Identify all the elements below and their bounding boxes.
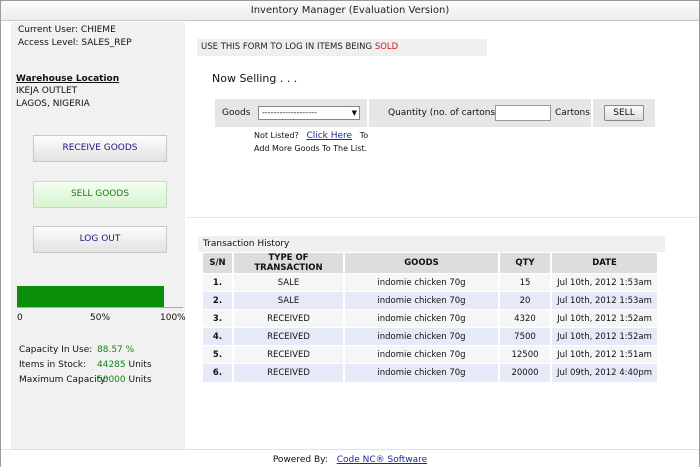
window-title: Inventory Manager (Evaluation Version) (1, 1, 699, 21)
cell-date: Jul 09th, 2012 4:40pm (551, 363, 659, 382)
cell-date: Jul 10th, 2012 1:51am (551, 345, 659, 364)
access-level: Access Level: SALES_REP (18, 38, 132, 48)
capacity-bar-fill (17, 286, 165, 307)
warehouse-name: IKEJA OUTLET (16, 86, 78, 96)
goods-label: Goods (222, 108, 251, 118)
warehouse-city: LAGOS, NIGERIA (16, 99, 90, 109)
current-user: Current User: CHIEME (18, 25, 116, 35)
capacity-tick-100: 100% (160, 313, 186, 323)
transaction-history-title: Transaction History (198, 236, 665, 252)
cell-qty: 4320 (499, 309, 552, 328)
max-capacity-value: 50000 (97, 375, 126, 385)
cell-date: Jul 10th, 2012 1:52am (551, 309, 659, 328)
goods-selected-value: ------------------- (262, 108, 317, 117)
items-label: Items in Stock: (19, 360, 87, 370)
cell-type: SALE (233, 291, 345, 310)
footer: Powered By: Code NC® Software (1, 449, 699, 467)
click-here-link[interactable]: Click Here (306, 131, 352, 141)
transaction-table: S/N TYPE OF TRANSACTION GOODS QTY DATE 1… (203, 253, 659, 382)
capacity-label: Capacity In Use: (19, 345, 93, 355)
cell-type: RECEIVED (233, 309, 345, 328)
capacity-bar (17, 286, 183, 308)
capacity-tick-0: 0 (17, 313, 23, 323)
cell-goods: indomie chicken 70g (344, 309, 500, 328)
cell-date: Jul 10th, 2012 1:52am (551, 327, 659, 346)
cell-type: RECEIVED (233, 327, 345, 346)
table-row: 6. RECEIVED indomie chicken 70g 20000 Ju… (203, 363, 659, 382)
table-row: 3. RECEIVED indomie chicken 70g 4320 Jul… (203, 309, 659, 328)
cell-sn: 2. (203, 291, 234, 310)
capacity-tick-50: 50% (90, 313, 111, 323)
section-divider (186, 217, 699, 218)
table-row: 5. RECEIVED indomie chicken 70g 12500 Ju… (203, 345, 659, 364)
column-header: DATE (551, 253, 659, 274)
main-content: USE THIS FORM TO LOG IN ITEMS BEING SOLD… (186, 22, 699, 449)
cell-goods: indomie chicken 70g (344, 291, 500, 310)
cell-sn: 4. (203, 327, 234, 346)
column-header: GOODS (344, 253, 500, 274)
cell-qty: 12500 (499, 345, 552, 364)
form-divider (367, 99, 369, 127)
cell-type: RECEIVED (233, 345, 345, 364)
max-capacity-label: Maximum Capacity: (19, 375, 108, 385)
cell-qty: 20 (499, 291, 552, 310)
goods-select[interactable]: ------------------- ▼ (258, 106, 360, 120)
items-value-group: 44285 Units (97, 360, 152, 370)
powered-by-label: Powered By: (272, 455, 328, 465)
max-capacity-unit: Units (128, 375, 152, 385)
chevron-down-icon: ▼ (351, 109, 357, 117)
table-row: 4. RECEIVED indomie chicken 70g 7500 Jul… (203, 327, 659, 346)
column-header: S/N (203, 253, 234, 274)
cell-goods: indomie chicken 70g (344, 363, 500, 382)
sell-button[interactable]: SELL (604, 105, 644, 121)
notice-highlight: SOLD (374, 42, 399, 52)
items-unit: Units (128, 360, 152, 370)
column-header: QTY (499, 253, 552, 274)
table-row: 1. SALE indomie chicken 70g 15 Jul 10th,… (203, 273, 659, 292)
cartons-label: Cartons (555, 108, 590, 118)
not-listed-line: Not Listed? Click Here To (254, 131, 368, 141)
app-window: Inventory Manager (Evaluation Version) C… (0, 0, 700, 467)
cell-date: Jul 10th, 2012 1:53am (551, 273, 659, 292)
cell-type: SALE (233, 273, 345, 292)
add-more-text: Add More Goods To The List. (254, 144, 368, 153)
cell-date: Jul 10th, 2012 1:53am (551, 291, 659, 310)
cell-sn: 6. (203, 363, 234, 382)
cell-goods: indomie chicken 70g (344, 345, 500, 364)
receive-goods-button[interactable]: RECEIVE GOODS (33, 135, 167, 162)
quantity-input[interactable] (495, 105, 551, 121)
quantity-label: Quantity (no. of cartons) (388, 108, 499, 118)
table-row: 2. SALE indomie chicken 70g 20 Jul 10th,… (203, 291, 659, 310)
max-capacity-group: 50000 Units (97, 375, 152, 385)
cell-qty: 15 (499, 273, 552, 292)
sell-goods-button[interactable]: SELL GOODS (33, 181, 167, 208)
sidebar: Current User: CHIEME Access Level: SALES… (11, 22, 186, 449)
cell-goods: indomie chicken 70g (344, 273, 500, 292)
form-notice: USE THIS FORM TO LOG IN ITEMS BEING SOLD (197, 39, 487, 56)
sell-form: Goods ------------------- ▼ Quantity (no… (215, 99, 655, 127)
to-text: To (359, 131, 369, 140)
cell-qty: 20000 (499, 363, 552, 382)
notice-text: USE THIS FORM TO LOG IN ITEMS BEING (201, 42, 373, 52)
cell-sn: 3. (203, 309, 234, 328)
cell-qty: 7500 (499, 327, 552, 346)
capacity-value: 88.57 % (97, 345, 135, 355)
cell-sn: 5. (203, 345, 234, 364)
cell-type: RECEIVED (233, 363, 345, 382)
not-listed-text: Not Listed? (254, 131, 299, 140)
cell-sn: 1. (203, 273, 234, 292)
cell-goods: indomie chicken 70g (344, 327, 500, 346)
logout-button[interactable]: LOG OUT (33, 226, 167, 253)
form-heading: Now Selling . . . (212, 72, 298, 85)
table-header-row: S/N TYPE OF TRANSACTION GOODS QTY DATE (203, 253, 659, 274)
form-divider (591, 99, 593, 127)
column-header: TYPE OF TRANSACTION (233, 253, 345, 274)
items-value: 44285 (97, 360, 126, 370)
warehouse-heading: Warehouse Location (16, 74, 120, 84)
vendor-link[interactable]: Code NC® Software (337, 455, 427, 465)
